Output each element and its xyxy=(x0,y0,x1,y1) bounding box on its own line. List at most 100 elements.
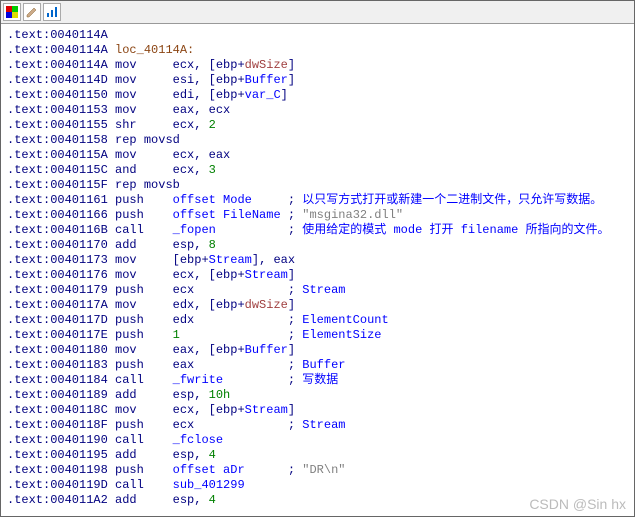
asm-token: ] xyxy=(288,298,295,312)
asm-line[interactable]: .text:00401166 push offset FileName ; "m… xyxy=(7,208,628,223)
asm-token: offset aDr xyxy=(173,463,245,477)
asm-line[interactable]: .text:0040116B call _fopen ; 使用给定的模式 mod… xyxy=(7,223,628,238)
asm-token: ] xyxy=(281,88,288,102)
address: .text:0040115F xyxy=(7,178,115,192)
asm-token: call xyxy=(115,373,173,387)
asm-line[interactable]: .text:00401150 mov edi, [ebp+var_C] xyxy=(7,88,628,103)
asm-token: ; xyxy=(245,463,303,477)
asm-line[interactable]: .text:00401195 add esp, 4 xyxy=(7,448,628,463)
asm-line[interactable]: .text:0040115C and ecx, 3 xyxy=(7,163,628,178)
disassembly-listing[interactable]: .text:0040114A.text:0040114A loc_40114A:… xyxy=(1,24,634,512)
asm-token: push ecx ; xyxy=(115,418,302,432)
asm-token: add esp, xyxy=(115,493,209,507)
address: .text:0040114A xyxy=(7,28,108,42)
asm-line[interactable]: .text:0040115F rep movsb xyxy=(7,178,628,193)
asm-token: _fwrite xyxy=(173,373,223,387)
asm-token: "DR\n" xyxy=(302,463,345,477)
address: .text:0040114D xyxy=(7,73,115,87)
asm-line[interactable]: .text:00401190 call _fclose xyxy=(7,433,628,448)
asm-line[interactable]: .text:00401189 add esp, 10h xyxy=(7,388,628,403)
address: .text:0040117E xyxy=(7,328,115,342)
asm-token: 8 xyxy=(209,238,216,252)
address: .text:00401150 xyxy=(7,88,115,102)
asm-token: 10h xyxy=(209,388,231,402)
asm-token: Stream xyxy=(245,403,288,417)
address: .text:00401190 xyxy=(7,433,115,447)
asm-token: ] xyxy=(288,58,295,72)
asm-token: loc_40114A: xyxy=(115,43,194,57)
asm-token: 以只写方式打开或新建一个二进制文件，只允许写数据。 xyxy=(302,193,602,207)
asm-token: mov ecx, [ebp+ xyxy=(115,403,245,417)
asm-line[interactable]: .text:00401198 push offset aDr ; "DR\n" xyxy=(7,463,628,478)
address: .text:0040114A xyxy=(7,58,115,72)
asm-token: add esp, xyxy=(115,388,209,402)
asm-token: _fclose xyxy=(173,433,223,447)
asm-line[interactable]: .text:00401179 push ecx ; Stream xyxy=(7,283,628,298)
asm-token: mov edi, [ebp+ xyxy=(115,88,245,102)
asm-line[interactable]: .text:0040115A mov ecx, eax xyxy=(7,148,628,163)
address: .text:00401180 xyxy=(7,343,115,357)
asm-token: and ecx, xyxy=(115,163,209,177)
address: .text:00401173 xyxy=(7,253,115,267)
asm-token: push xyxy=(115,193,173,207)
asm-line[interactable]: .text:0040117D push edx ; ElementCount xyxy=(7,313,628,328)
asm-line[interactable]: .text:0040118C mov ecx, [ebp+Stream] xyxy=(7,403,628,418)
asm-token: Stream xyxy=(245,268,288,282)
address: .text:0040118C xyxy=(7,403,115,417)
asm-line[interactable]: .text:00401183 push eax ; Buffer xyxy=(7,358,628,373)
asm-token: Stream xyxy=(302,418,345,432)
address: .text:00401161 xyxy=(7,193,115,207)
chart-icon[interactable] xyxy=(43,3,61,21)
asm-token: ], eax xyxy=(252,253,295,267)
address: .text:00401183 xyxy=(7,358,115,372)
asm-token: call xyxy=(115,478,173,492)
address: .text:00401155 xyxy=(7,118,115,132)
asm-line[interactable]: .text:00401180 mov eax, [ebp+Buffer] xyxy=(7,343,628,358)
asm-token: offset Mode xyxy=(173,193,252,207)
asm-token: mov eax, ecx xyxy=(115,103,230,117)
asm-line[interactable]: .text:0040114A loc_40114A: xyxy=(7,43,628,58)
asm-token: call xyxy=(115,223,173,237)
asm-line[interactable]: .text:00401176 mov ecx, [ebp+Stream] xyxy=(7,268,628,283)
pencil-icon[interactable] xyxy=(23,3,41,21)
asm-token: Stream xyxy=(302,283,345,297)
address: .text:0040116B xyxy=(7,223,115,237)
asm-token: add esp, xyxy=(115,448,209,462)
asm-line[interactable]: .text:0040114A xyxy=(7,28,628,43)
asm-line[interactable]: .text:00401155 shr ecx, 2 xyxy=(7,118,628,133)
address: .text:0040115A xyxy=(7,148,115,162)
asm-line[interactable]: .text:0040117E push 1 ; ElementSize xyxy=(7,328,628,343)
asm-line[interactable]: .text:0040119D call sub_401299 xyxy=(7,478,628,493)
asm-token: 1 xyxy=(173,328,180,342)
asm-token: push xyxy=(115,463,173,477)
asm-line[interactable]: .text:00401158 rep movsd xyxy=(7,133,628,148)
asm-token: Buffer xyxy=(302,358,345,372)
asm-line[interactable]: .text:004011A2 add esp, 4 xyxy=(7,493,628,508)
asm-token: Buffer xyxy=(245,73,288,87)
asm-token: mov ecx, [ebp+ xyxy=(115,58,245,72)
asm-line[interactable]: .text:0040117A mov edx, [ebp+dwSize] xyxy=(7,298,628,313)
asm-line[interactable]: .text:00401153 mov eax, ecx xyxy=(7,103,628,118)
asm-line[interactable]: .text:0040118F push ecx ; Stream xyxy=(7,418,628,433)
asm-line[interactable]: .text:0040114A mov ecx, [ebp+dwSize] xyxy=(7,58,628,73)
asm-token: push ecx ; xyxy=(115,283,302,297)
asm-line[interactable]: .text:00401184 call _fwrite ; 写数据 xyxy=(7,373,628,388)
asm-line[interactable]: .text:0040114D mov esi, [ebp+Buffer] xyxy=(7,73,628,88)
asm-line[interactable]: .text:00401170 add esp, 8 xyxy=(7,238,628,253)
address: .text:00401176 xyxy=(7,268,115,282)
address: .text:0040118F xyxy=(7,418,115,432)
address: .text:0040114A xyxy=(7,43,115,57)
asm-token: push eax ; xyxy=(115,358,302,372)
asm-token: mov eax, [ebp+ xyxy=(115,343,245,357)
asm-token: dwSize xyxy=(245,58,288,72)
asm-line[interactable]: .text:00401161 push offset Mode ; 以只写方式打… xyxy=(7,193,628,208)
asm-token: _fopen xyxy=(173,223,216,237)
asm-token: rep movsb xyxy=(115,178,180,192)
asm-line[interactable]: .text:00401173 mov [ebp+Stream], eax xyxy=(7,253,628,268)
color-swatch-icon[interactable] xyxy=(3,3,21,21)
asm-token: mov ecx, [ebp+ xyxy=(115,268,245,282)
address: .text:0040115C xyxy=(7,163,115,177)
asm-token: 写数据 xyxy=(302,373,338,387)
asm-token: ElementSize xyxy=(302,328,381,342)
asm-token: ] xyxy=(288,343,295,357)
